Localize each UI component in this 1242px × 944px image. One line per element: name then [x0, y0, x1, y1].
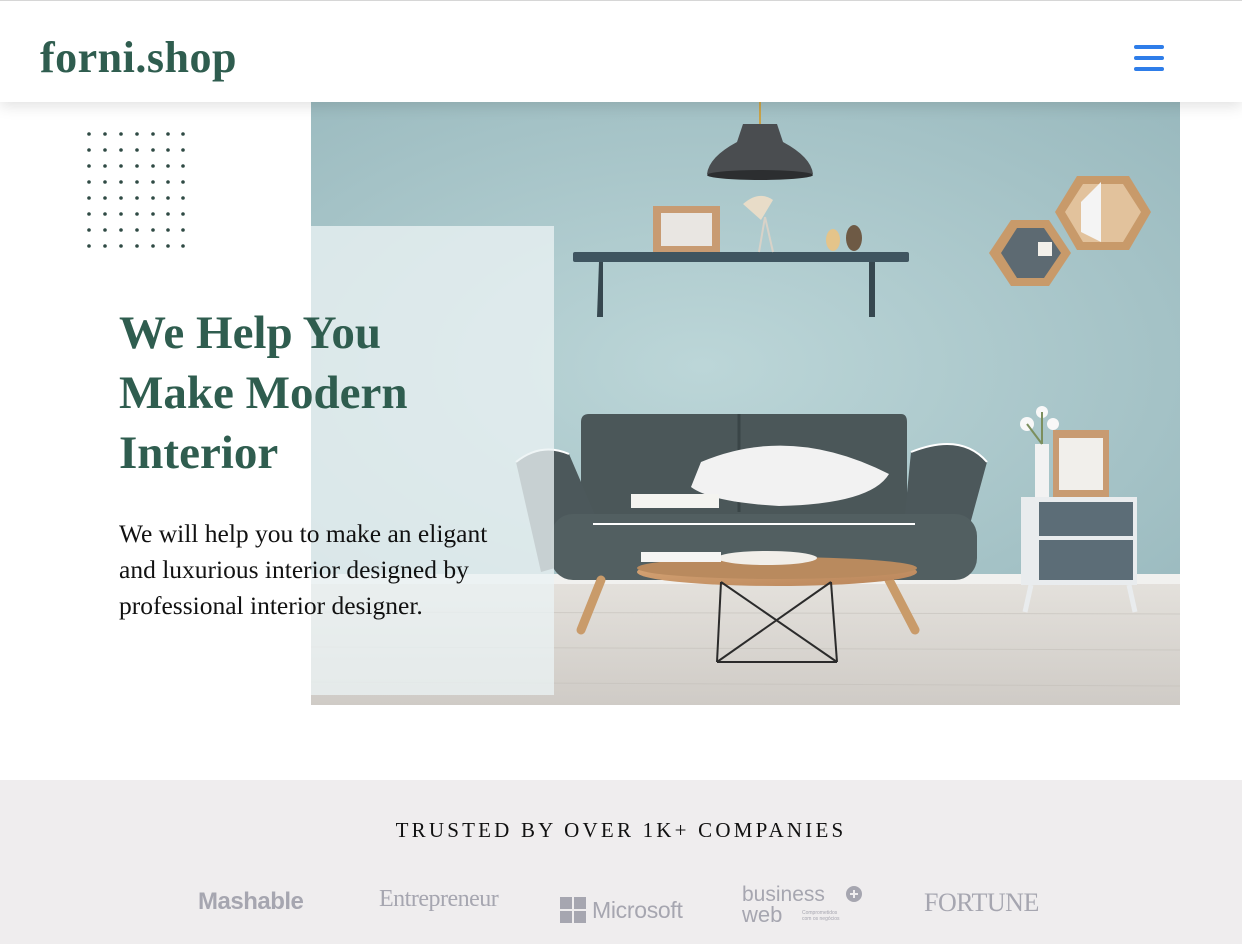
- hero-title-line: We Help You: [119, 307, 382, 359]
- hero-subtitle-line: and luxurious interior designed by: [119, 555, 469, 584]
- microsoft-logo: Microsoft: [560, 888, 683, 932]
- hero-title-line: Interior: [119, 427, 279, 479]
- site-header: forni.shop: [0, 0, 1242, 102]
- site-logo[interactable]: forni.shop: [40, 32, 237, 83]
- hero-title-line: Make Modern: [119, 367, 408, 419]
- entrepreneur-logo: Entrepreneur: [379, 886, 499, 912]
- hero-subtitle: We will help you to make an eligant and …: [119, 516, 529, 624]
- business-web-tagline-2: com os negócios: [802, 916, 840, 922]
- microsoft-logo-text: Microsoft: [592, 896, 683, 923]
- fortune-logo: FORTUNE: [924, 888, 1039, 917]
- hero-subtitle-line: We will help you to make an eligant: [119, 519, 488, 548]
- mashable-logo: Mashable: [198, 888, 304, 915]
- hero-title: We Help You Make Modern Interior: [119, 303, 479, 483]
- business-web-bottom: web: [742, 902, 782, 927]
- hamburger-menu-icon[interactable]: [1130, 41, 1168, 75]
- microsoft-grid-icon: [560, 897, 586, 923]
- dot-grid-decoration: [87, 132, 185, 248]
- trusted-by-section: TRUSTED BY OVER 1K+ COMPANIES Mashable E…: [0, 780, 1242, 944]
- business-web-logo: business web Comprometidos com os negóci…: [741, 883, 864, 927]
- trusted-title: TRUSTED BY OVER 1K+ COMPANIES: [395, 818, 847, 842]
- hero-subtitle-line: professional interior designer.: [119, 591, 423, 620]
